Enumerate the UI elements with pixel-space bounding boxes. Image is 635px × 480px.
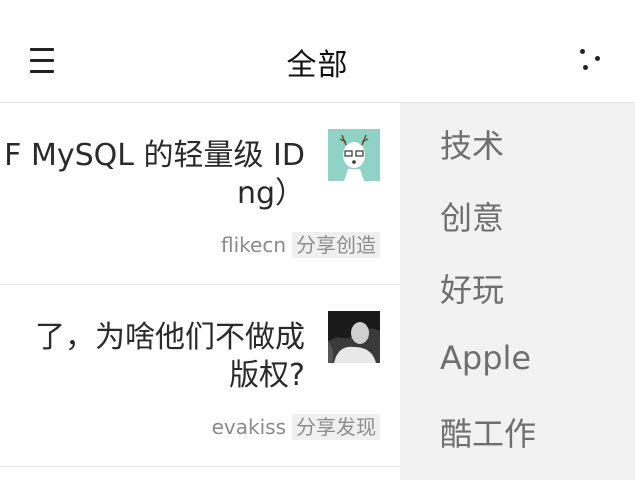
topic-title-line: ng） [236,176,305,211]
topic-title-line: F MySQL 的轻量级 ID [4,138,305,173]
app-header: 全部 [0,0,635,103]
topic-title-line: 版权? [229,358,305,393]
topic-row[interactable]: 了，为啥他们不做成 版权? evakiss 分享发现 [0,285,400,467]
node-dropdown-menu: 技术 创意 好玩 Apple 酷工作 [400,103,635,480]
avatar[interactable] [328,129,380,181]
topic-title-line: 了，为啥他们不做成 [35,320,305,355]
menu-item-fun[interactable]: 好玩 [440,265,504,311]
menu-item-tech[interactable]: 技术 [440,121,504,167]
avatar[interactable] [328,311,380,363]
topic-meta: flikecn 分享创造 [221,229,380,258]
topic-title[interactable]: F MySQL 的轻量级 ID ng） [0,137,305,213]
more-dots-icon[interactable] [572,44,606,74]
topic-row[interactable]: F MySQL 的轻量级 ID ng） flikecn 分享创造 [0,103,400,285]
menu-item-jobs[interactable]: 酷工作 [440,409,536,455]
node-badge[interactable]: 分享发现 [292,414,380,440]
menu-item-apple[interactable]: Apple [440,339,531,377]
author-name[interactable]: flikecn [221,233,286,257]
topic-list: F MySQL 的轻量级 ID ng） flikecn 分享创造 了，为啥他们不做… [0,103,400,480]
node-badge[interactable]: 分享创造 [292,232,380,258]
page-title: 全部 [286,48,349,83]
menu-item-creative[interactable]: 创意 [440,193,504,239]
topic-meta: evakiss 分享发现 [212,411,380,440]
topic-title[interactable]: 了，为啥他们不做成 版权? [0,319,305,395]
author-name[interactable]: evakiss [212,415,286,439]
